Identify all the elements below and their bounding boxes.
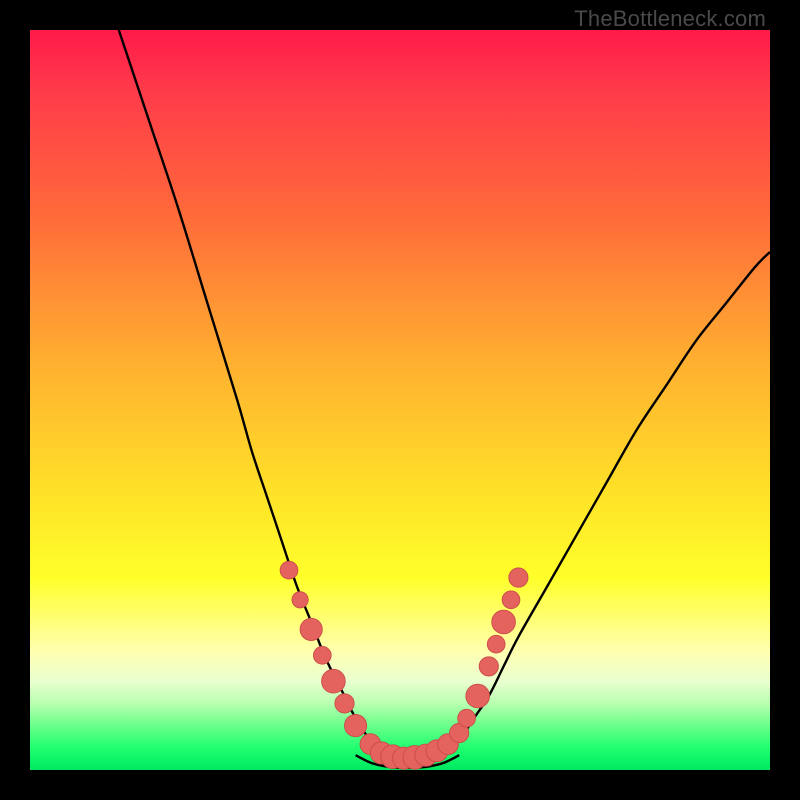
marker-point	[466, 684, 490, 708]
marker-point	[335, 694, 354, 713]
marker-point	[313, 646, 331, 664]
marker-point	[300, 618, 322, 640]
marker-point	[509, 568, 528, 587]
chart-frame: TheBottleneck.com	[0, 0, 800, 800]
plot-area	[30, 30, 770, 770]
marker-point	[292, 592, 308, 608]
series-left-curve	[119, 30, 385, 755]
chart-svg	[30, 30, 770, 770]
marker-point	[280, 561, 298, 579]
series-right-curve	[444, 252, 770, 755]
marker-point	[345, 715, 367, 737]
marker-point	[479, 657, 498, 676]
marker-point	[322, 669, 346, 693]
watermark-text: TheBottleneck.com	[574, 6, 766, 32]
marker-point	[458, 709, 476, 727]
marker-point	[502, 591, 520, 609]
marker-point	[487, 635, 505, 653]
marker-point	[492, 610, 516, 634]
